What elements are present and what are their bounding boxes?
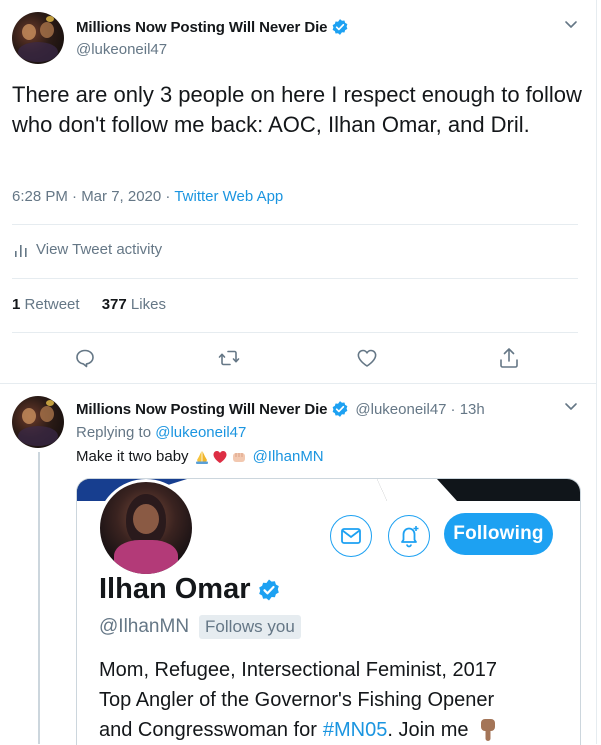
tweet-stats: 1 Retweet 377 Likes [12,296,166,313]
replying-prefix: Replying to [76,424,152,441]
reply-author-name[interactable]: Millions Now Posting Will Never Die [76,401,328,418]
like-icon[interactable] [355,346,379,370]
notification-bell-icon [401,526,419,548]
likes-stat[interactable]: 377 Likes [102,296,166,313]
likes-count: 377 [101,296,127,313]
bio-line: Top Angler of the Governor's Fishing Ope… [99,689,495,711]
following-button[interactable]: Following [444,513,553,555]
verified-badge-icon [258,579,279,600]
tweet-timestamp[interactable]: 6:28 PM · Mar 7, 2020 [12,188,161,205]
replying-to: Replying to @lukeoneil47 [76,424,246,441]
profile-handle-text: @IlhanMN [99,616,190,637]
retweet-icon[interactable] [217,346,241,370]
profile-card-image[interactable]: Following Ilhan Omar @IlhanMN Follows yo… [76,478,581,745]
likes-label: Likes [130,296,166,313]
activity-bars-icon [15,244,27,257]
profile-handle: @IlhanMN Follows you [99,615,301,639]
share-icon[interactable] [497,346,521,370]
reply-body: Make it two baby [76,448,189,465]
reply-text: Make it two baby @IlhanMN [76,448,324,465]
reply-author-avatar[interactable] [12,396,64,448]
profile-name: Ilhan Omar [99,573,281,606]
profile-avatar[interactable] [97,479,195,577]
chevron-down-icon[interactable] [564,20,578,30]
pointing-down-icon [480,719,495,741]
bio-line: Mom, Refugee, Intersectional Feminist, 2… [99,659,497,681]
divider [12,278,578,279]
retweets-stat[interactable]: 1 Retweet [12,296,80,313]
retweets-count: 1 [12,296,21,313]
view-activity-label: View Tweet activity [36,241,163,258]
reply-time[interactable]: · 13h [451,401,485,418]
replying-to-link[interactable]: @lukeoneil47 [155,424,246,441]
follows-you-badge: Follows you [199,615,301,639]
verified-badge-icon [333,19,348,35]
notifications-button[interactable] [388,515,430,557]
author-name[interactable]: Millions Now Posting Will Never Die [76,19,328,36]
red-heart-emoji-icon [213,450,227,463]
fist-emoji-icon [232,452,245,462]
reply-icon[interactable] [73,346,97,370]
tweet-source-link[interactable]: Twitter Web App [174,188,283,205]
view-activity-link[interactable]: View Tweet activity [14,241,162,258]
mention-link[interactable]: @IlhanMN [253,448,324,465]
profile-name-text: Ilhan Omar [99,573,251,605]
author-avatar[interactable] [12,12,64,64]
bio-text: . Join me [387,719,469,741]
chevron-down-icon[interactable] [564,402,578,412]
profile-bio: Mom, Refugee, Intersectional Feminist, 2… [99,655,569,745]
retweets-label: Retweet [24,296,80,313]
reply-author-handle[interactable]: @lukeoneil47 [355,401,446,418]
verified-badge-icon [333,401,348,417]
hashtag-link[interactable]: #MN05 [323,715,387,745]
main-tweet: Millions Now Posting Will Never Die @luk… [0,0,596,383]
author-handle[interactable]: @lukeoneil47 [76,41,167,58]
bio-line: and Congresswoman for #MN05 . Join me [99,715,569,745]
meta-separator: · [161,188,175,205]
message-button[interactable] [330,515,372,557]
tweet-text: There are only 3 people on here I respec… [12,82,582,137]
tweet-separator [0,383,597,384]
divider [12,332,578,333]
folded-hands-emoji-icon [195,450,208,464]
mail-icon [341,528,361,544]
tweet-meta: 6:28 PM · Mar 7, 2020 · Twitter Web App [12,188,283,205]
bio-text: and Congresswoman for [99,719,317,741]
frame-border [596,0,597,744]
thread-connector [38,452,40,744]
divider [12,224,578,225]
